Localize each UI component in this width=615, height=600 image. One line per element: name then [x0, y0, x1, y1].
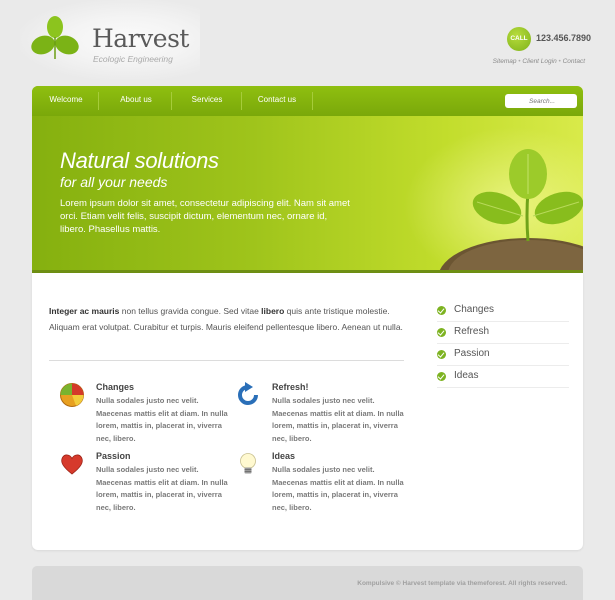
- main-nav: Welcome About us Services Contact us: [32, 86, 583, 116]
- nav-divider: [312, 92, 313, 110]
- divider: [49, 360, 404, 361]
- sidebar-item-label: Refresh: [454, 326, 490, 337]
- contact-link[interactable]: Contact: [563, 58, 585, 65]
- hero-subtitle: for all your needs: [60, 174, 168, 190]
- phone-number: 123.456.7890: [536, 33, 592, 43]
- main-content: Integer ac mauris non tellus gravida con…: [32, 273, 583, 550]
- feature-text: Nulla sodales justo nec velit. Maecenas …: [272, 465, 404, 512]
- intro-lead: Integer ac mauris: [49, 306, 120, 316]
- nav-divider: [241, 92, 242, 110]
- intro-paragraph: Integer ac mauris non tellus gravida con…: [49, 303, 404, 335]
- sidebar-item-label: Changes: [454, 304, 495, 315]
- site-footer: Kompulsive © Harvest template via themef…: [32, 566, 583, 600]
- nav-item-contact-us[interactable]: Contact us: [248, 86, 306, 116]
- hero-text: Lorem ipsum dolor sit amet, consectetur …: [60, 198, 350, 235]
- plant-illustration: [439, 149, 583, 272]
- nav-divider: [171, 92, 172, 110]
- feature-title: Refresh!: [272, 382, 309, 392]
- call-badge[interactable]: CALL: [507, 27, 531, 51]
- heart-icon: [61, 454, 83, 475]
- intro-bold: libero: [261, 306, 285, 316]
- feature-text: Nulla sodales justo nec velit. Maecenas …: [272, 396, 404, 443]
- pie-chart-icon: [60, 383, 84, 407]
- sidebar-list: Changes Refresh Passion Ideas: [437, 300, 569, 388]
- nav-item-services[interactable]: Services: [178, 86, 236, 116]
- hero-banner: Welcome About us Services Contact us Nat…: [32, 86, 583, 272]
- sitemap-link[interactable]: Sitemap: [493, 58, 517, 65]
- refresh-icon: [238, 382, 258, 405]
- top-links: Sitemap • Client Login • Contact: [493, 58, 585, 65]
- sidebar-item-ideas[interactable]: Ideas: [437, 366, 569, 388]
- hero-title: Natural solutions: [60, 148, 219, 173]
- nav-item-welcome[interactable]: Welcome: [40, 86, 92, 116]
- feature-text: Nulla sodales justo nec velit. Maecenas …: [96, 465, 228, 512]
- sidebar-item-refresh[interactable]: Refresh: [437, 322, 569, 344]
- sidebar-item-passion[interactable]: Passion: [437, 344, 569, 366]
- search-input[interactable]: [505, 94, 577, 108]
- sidebar-item-label: Ideas: [454, 370, 479, 381]
- check-icon: [437, 328, 446, 337]
- nav-divider: [98, 92, 99, 110]
- feature-title: Changes: [96, 382, 135, 392]
- lightbulb-icon: [240, 453, 256, 474]
- logo-title[interactable]: Harvest: [92, 24, 189, 53]
- logo-subtitle: Ecologic Engineering: [93, 54, 173, 64]
- leaf-logo-icon[interactable]: [30, 15, 80, 61]
- client-login-link[interactable]: Client Login: [522, 58, 556, 65]
- copyright-text: Kompulsive © Harvest template via themef…: [357, 580, 567, 587]
- check-icon: [437, 372, 446, 381]
- sidebar-item-label: Passion: [454, 348, 490, 359]
- sidebar-item-changes[interactable]: Changes: [437, 300, 569, 322]
- nav-item-about-us[interactable]: About us: [106, 86, 166, 116]
- feature-title: Passion: [96, 451, 131, 461]
- feature-text: Nulla sodales justo nec velit. Maecenas …: [96, 396, 228, 443]
- intro-text-1: non tellus gravida congue. Sed vitae: [119, 306, 262, 316]
- check-icon: [437, 350, 446, 359]
- site-header: Harvest Ecologic Engineering CALL 123.45…: [0, 0, 615, 86]
- check-icon: [437, 306, 446, 315]
- feature-title: Ideas: [272, 451, 296, 461]
